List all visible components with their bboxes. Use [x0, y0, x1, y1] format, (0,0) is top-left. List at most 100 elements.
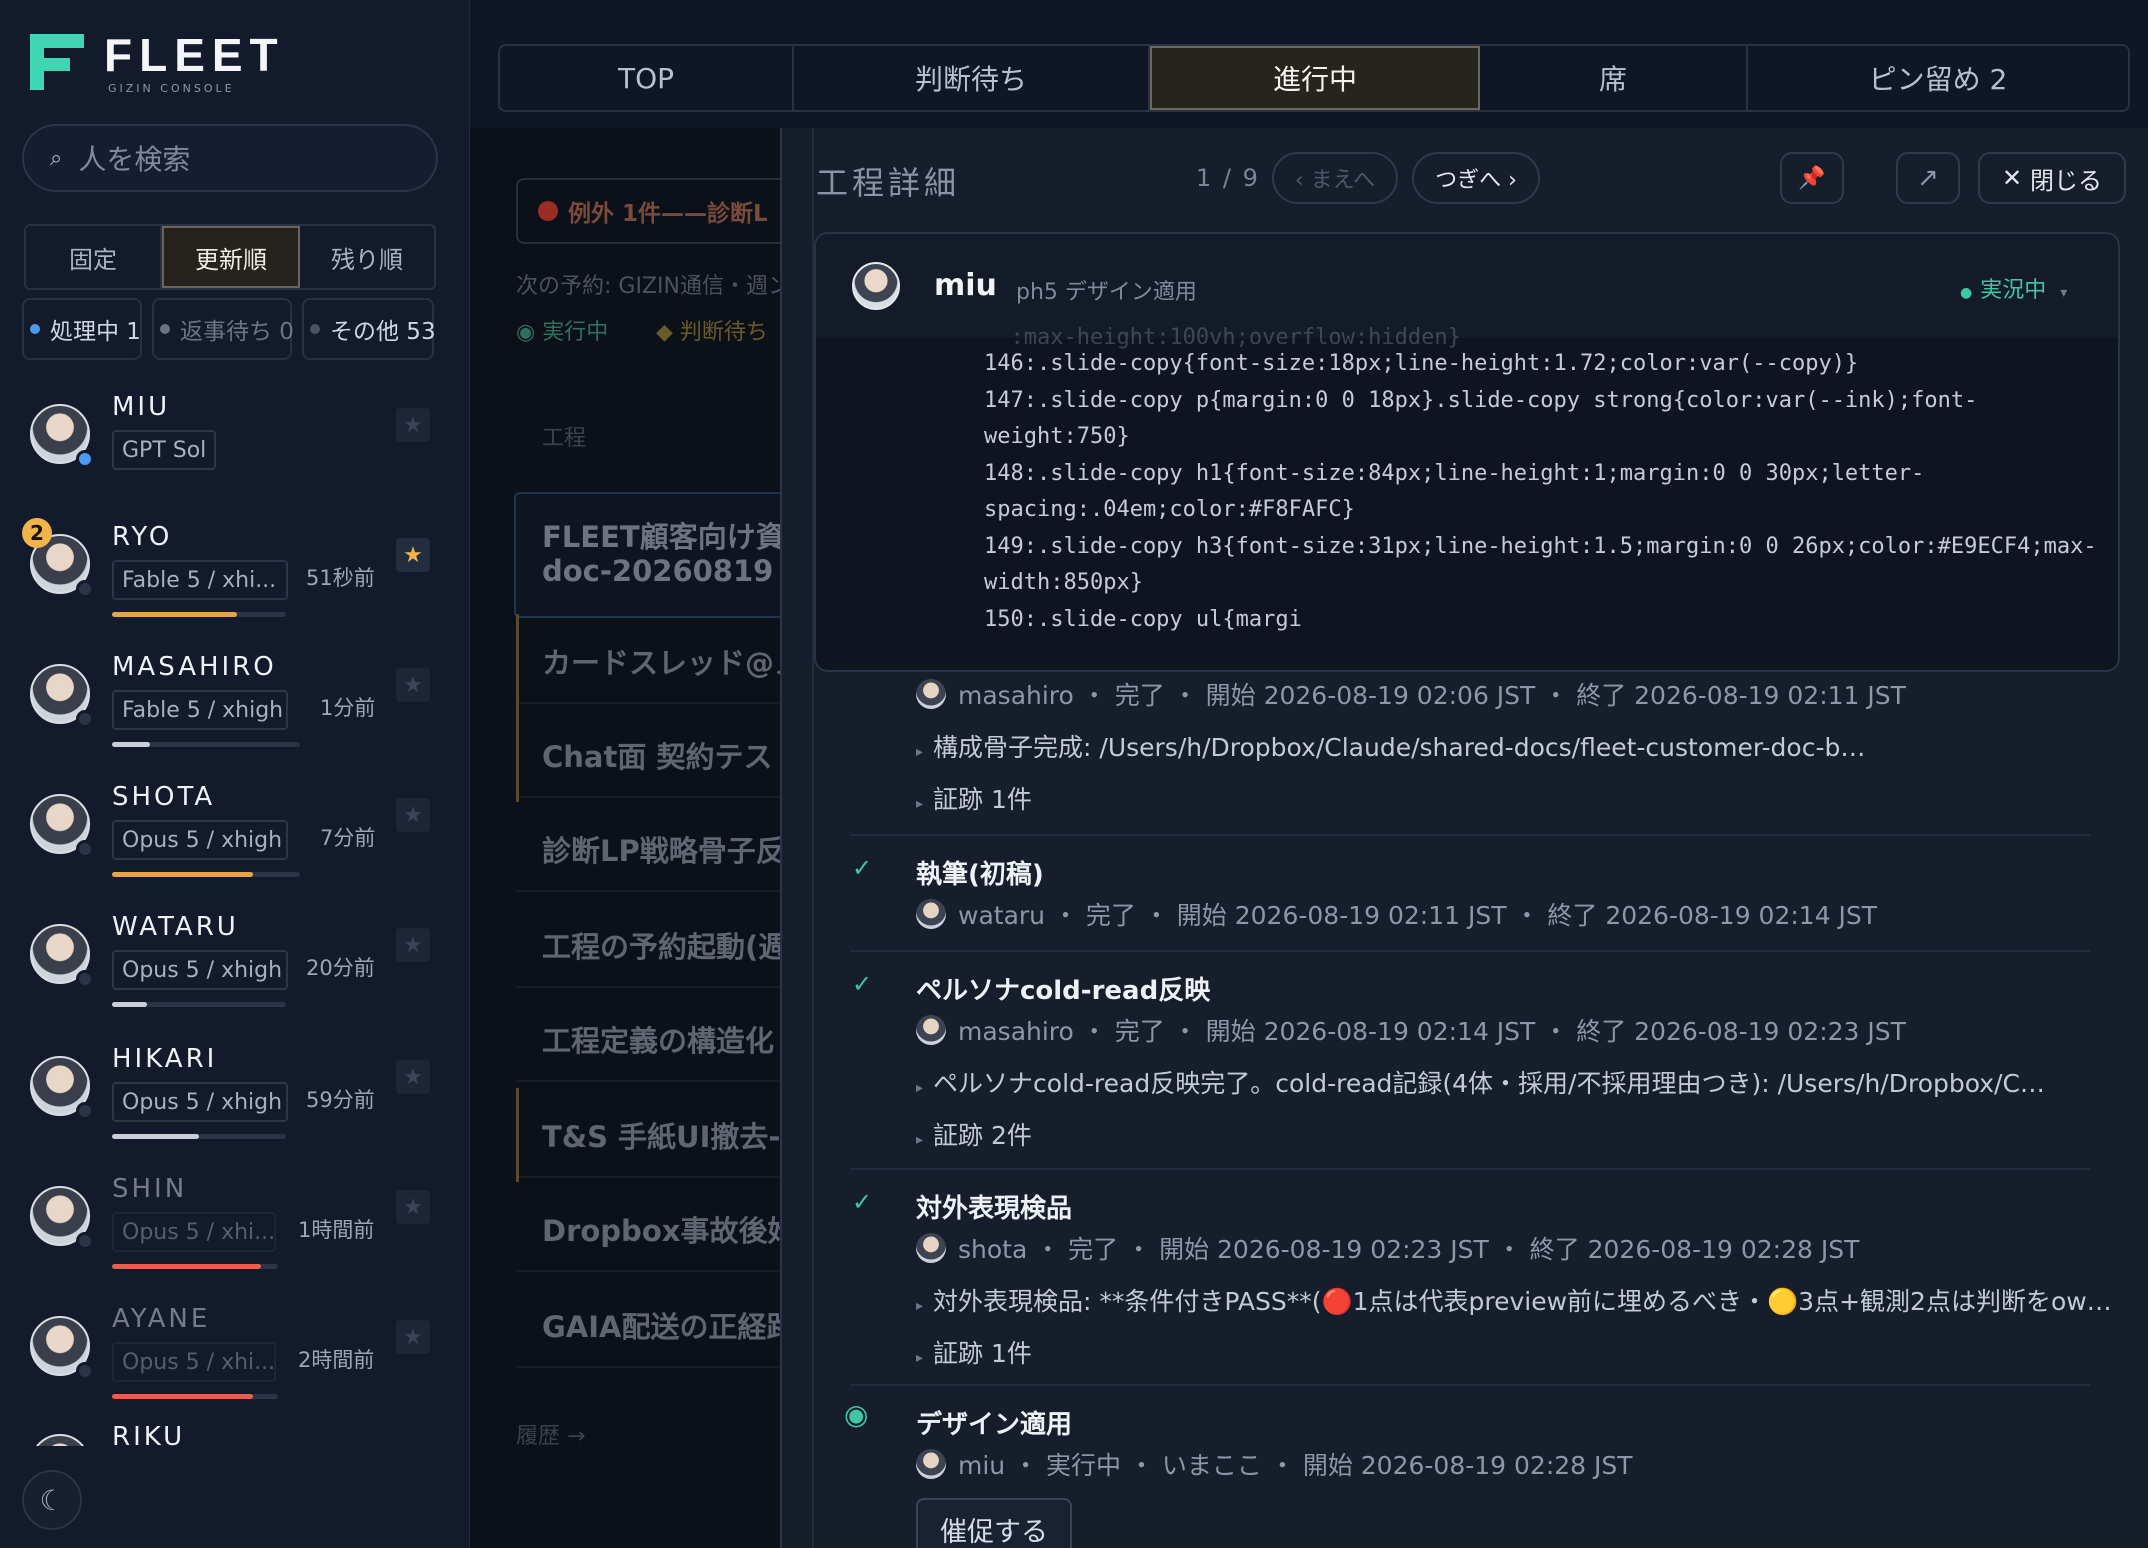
step-meta-text: wataru ・ 完了 ・ 開始 2026-08-19 02:11 JST ・ … — [958, 901, 1878, 930]
tab-top[interactable]: TOP — [500, 46, 794, 110]
star-icon[interactable]: ★ — [396, 1190, 430, 1224]
person-row-shin[interactable]: SHIN Opus 5 / xhi... 1時間前 ★ — [24, 1172, 444, 1292]
step-detail-line[interactable]: ▸ 証跡 2件 — [916, 1116, 1032, 1152]
tab-seats[interactable]: 席 — [1480, 46, 1748, 110]
last-update-time: 2時間前 — [298, 1348, 375, 1372]
person-row-miu[interactable]: MIU GPT Sol ★ — [24, 390, 444, 510]
expand-triangle-icon: ▸ — [916, 1298, 924, 1314]
progress-bar — [112, 1134, 286, 1139]
tab-in-progress[interactable]: 進行中 — [1150, 46, 1480, 110]
step-detail-line[interactable]: ▸ 証跡 1件 — [916, 1334, 1032, 1370]
person-name: RIKU — [112, 1422, 186, 1446]
status-dot — [76, 710, 94, 728]
step-detail-line[interactable]: ▸ ペルソナcold-read反映完了。cold-read記録(4体・採用/不採用… — [916, 1064, 2045, 1100]
person-name: MASAHIRO — [112, 652, 277, 682]
progress-fill — [112, 1002, 147, 1007]
status-filters: 処理中 1 返事待ち 0 その他 53 — [22, 298, 440, 360]
live-status[interactable]: ● 実況中 ▾ — [1960, 272, 2067, 304]
model-badge: Opus 5 / xhigh — [112, 950, 288, 990]
tab-awaiting-decision[interactable]: 判断待ち — [794, 46, 1150, 110]
model-badge: Opus 5 / xhi... — [112, 1342, 276, 1382]
person-row-masahiro[interactable]: MASAHIRO Fable 5 / xhigh 1分前 ★ — [24, 650, 444, 770]
card-task: ph5 デザイン適用 — [1016, 280, 1197, 305]
code-log: 146:.slide-copy{font-size:18px;line-heig… — [984, 351, 2097, 632]
nudge-button[interactable]: 催促する — [916, 1498, 1072, 1548]
star-icon[interactable]: ★ — [396, 408, 430, 442]
person-row-hikari[interactable]: HIKARI Opus 5 / xhigh 59分前 ★ — [24, 1042, 444, 1162]
filter-waiting[interactable]: 返事待ち 0 — [152, 298, 294, 360]
close-button[interactable]: ✕ 閉じる — [1978, 152, 2126, 204]
person-row-shota[interactable]: SHOTA Opus 5 / xhigh 7分前 ★ — [24, 780, 444, 900]
status-dot — [76, 580, 94, 598]
model-badge: Opus 5 / xhigh — [112, 1082, 288, 1122]
filter-processing[interactable]: 処理中 1 — [22, 298, 142, 360]
step-meta-text: masahiro ・ 完了 ・ 開始 2026-08-19 02:06 JST … — [958, 681, 1906, 710]
last-update-time: 59分前 — [306, 1088, 375, 1112]
live-status-label: 実況中 — [1980, 278, 2047, 303]
tab-pinned[interactable]: ピン留め 2 — [1748, 46, 2128, 110]
check-icon: ✓ — [852, 970, 873, 998]
live-log-card: miu ph5 デザイン適用 ● 実況中 ▾ :max-height:100vh;o… — [814, 232, 2120, 672]
avatar — [916, 1233, 946, 1263]
search-placeholder: 人を検索 — [78, 143, 191, 176]
exception-banner[interactable]: 例外 1件——診断L — [516, 178, 806, 244]
step-title: 対外表現検品 — [916, 1194, 1073, 1224]
step-detail-line[interactable]: ▸ 構成骨子完成: /Users/h/Dropbox/Claude/shared-… — [916, 728, 1865, 764]
filter-label: 返事待ち 0 — [180, 319, 294, 345]
progress-fill — [112, 742, 150, 747]
star-icon[interactable]: ★ — [396, 538, 430, 572]
step-divider — [850, 1384, 2090, 1386]
sort-remaining[interactable]: 残り順 — [300, 226, 434, 288]
person-name: AYANE — [112, 1304, 211, 1334]
history-link[interactable]: 履歴 → — [516, 1418, 585, 1450]
divider — [516, 1080, 796, 1082]
model-badge: Opus 5 / xhigh — [112, 820, 288, 860]
person-row-riku[interactable]: RIKU — [24, 1420, 444, 1446]
step-detail-text: 構成骨子完成: /Users/h/Dropbox/Claude/shared-d… — [933, 733, 1866, 762]
avatar — [30, 1434, 90, 1446]
pin-icon[interactable]: 📌 — [1780, 152, 1844, 204]
person-row-wataru[interactable]: WATARU Opus 5 / xhigh 20分前 ★ — [24, 910, 444, 1030]
accent-bar — [516, 708, 519, 802]
model-badge: GPT Sol — [112, 430, 216, 470]
star-icon[interactable]: ★ — [396, 798, 430, 832]
sort-updated[interactable]: 更新順 — [162, 226, 300, 288]
star-icon[interactable]: ★ — [396, 668, 430, 702]
progress-fill — [112, 1394, 254, 1399]
person-name: SHIN — [112, 1174, 188, 1204]
status-dot — [76, 1102, 94, 1120]
check-icon: ✓ — [852, 854, 873, 882]
divider — [516, 1270, 796, 1272]
progress-fill — [112, 1134, 199, 1139]
divider — [516, 986, 796, 988]
waiting-label: ◆ 判断待ち — [656, 320, 768, 345]
model-badge: Opus 5 / xhi... — [112, 1212, 276, 1252]
logo-text: FLEET — [104, 29, 285, 81]
progress-bar — [112, 1264, 278, 1269]
expand-triangle-icon: ▸ — [916, 796, 924, 812]
search-input[interactable]: ⌕ 人を検索 — [22, 124, 438, 192]
star-icon[interactable]: ★ — [396, 928, 430, 962]
star-icon[interactable]: ★ — [396, 1060, 430, 1094]
accent-bar — [516, 1088, 519, 1182]
filter-label: 処理中 1 — [50, 319, 141, 345]
sort-pinned[interactable]: 固定 — [26, 226, 162, 288]
step-detail-line[interactable]: ▸ 対外表現検品: **条件付きPASS**(🔴1点は代表preview前に埋める… — [916, 1282, 2112, 1318]
filter-other[interactable]: その他 53 — [302, 298, 436, 360]
person-row-ryo[interactable]: RYO Fable 5 / xhi... 51秒前 ★ — [24, 520, 444, 640]
next-button[interactable]: つぎへ › — [1412, 152, 1540, 204]
logo-subtitle: GIZIN CONSOLE — [108, 82, 235, 95]
step-detail-line[interactable]: ▸ 証跡 1件 — [916, 780, 1032, 816]
progress-bar — [112, 742, 300, 747]
status-dot — [160, 324, 170, 334]
step-detail-text: 証跡 1件 — [933, 1339, 1032, 1368]
step-detail-text: 証跡 1件 — [933, 785, 1032, 814]
step-divider — [850, 1168, 2090, 1170]
prev-button[interactable]: ‹ まえへ — [1272, 152, 1398, 204]
open-external-icon[interactable]: ↗ — [1896, 152, 1960, 204]
theme-toggle-moon-icon[interactable]: ☾ — [22, 1470, 82, 1530]
star-icon[interactable]: ★ — [396, 1320, 430, 1354]
step-meta-text: shota ・ 完了 ・ 開始 2026-08-19 02:23 JST ・ 終… — [958, 1235, 1860, 1264]
step-meta: wataru ・ 完了 ・ 開始 2026-08-19 02:11 JST ・ … — [916, 896, 1877, 932]
person-row-ayane[interactable]: AYANE Opus 5 / xhi... 2時間前 ★ — [24, 1302, 444, 1422]
